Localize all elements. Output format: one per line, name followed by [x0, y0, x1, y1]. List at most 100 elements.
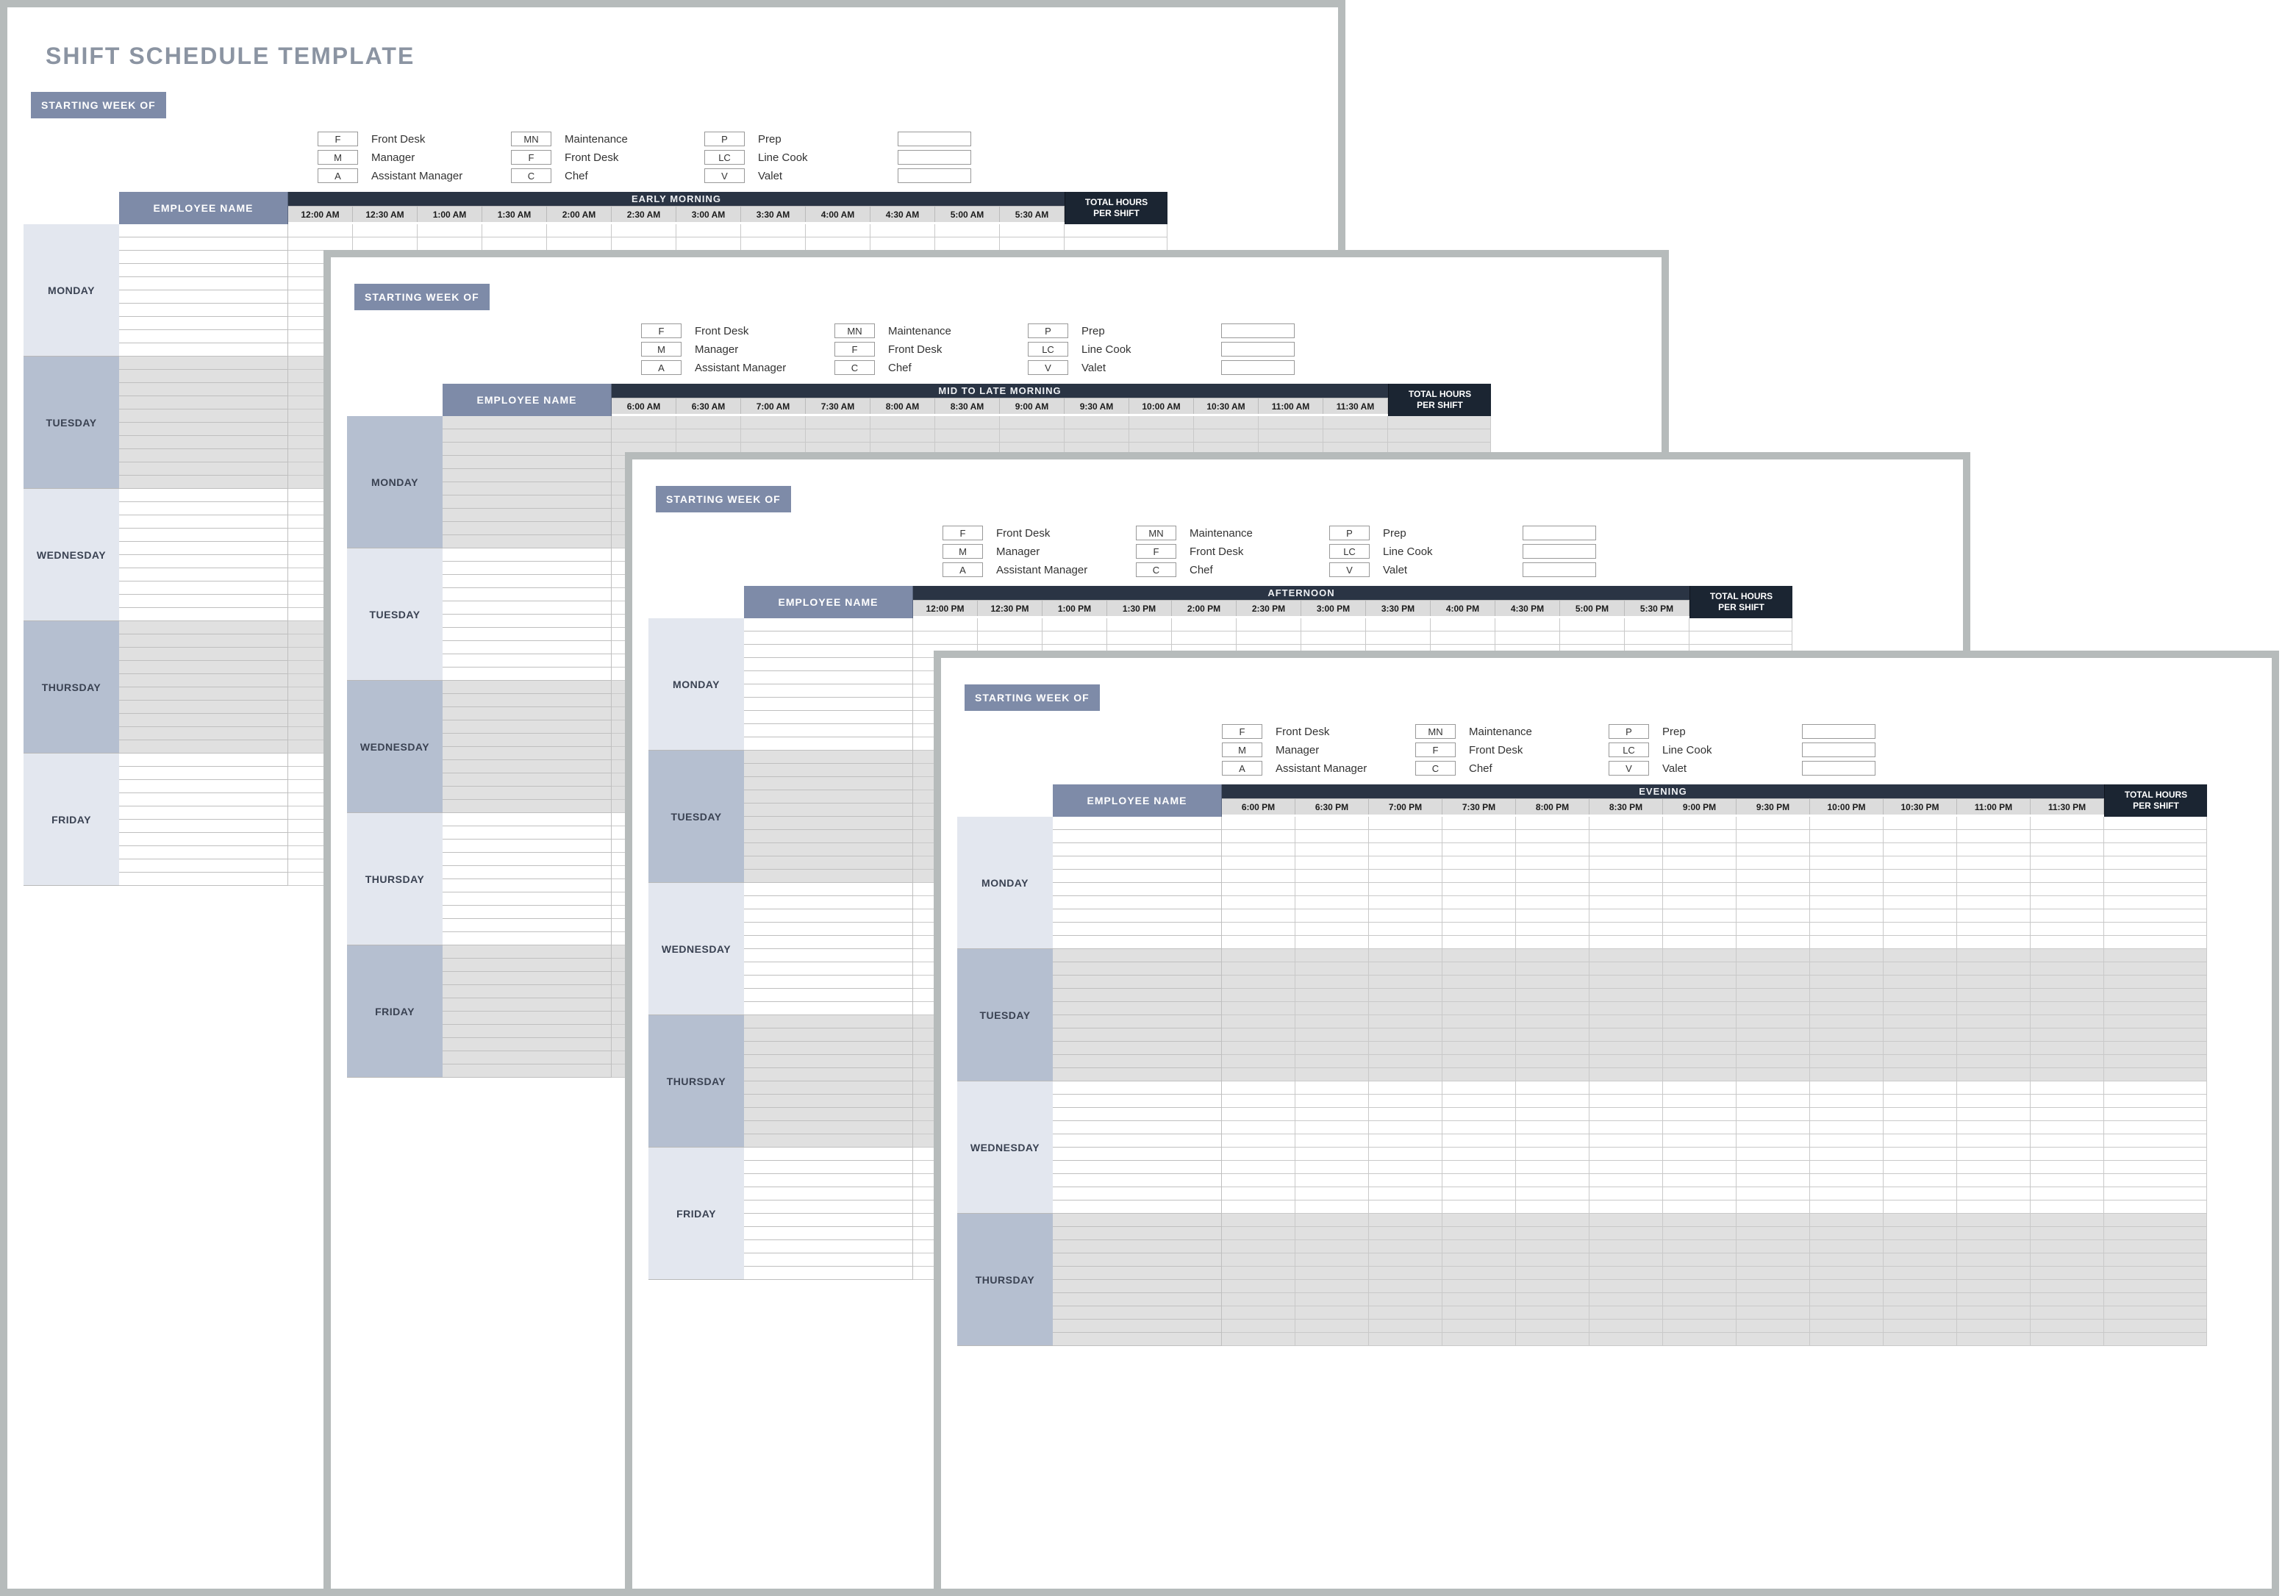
time-slot[interactable] [1589, 1015, 1663, 1028]
employee-name-cell[interactable] [119, 701, 288, 714]
time-slot[interactable] [1369, 1267, 1442, 1280]
time-slot[interactable] [1737, 1081, 1810, 1095]
employee-name-cell[interactable] [744, 764, 913, 777]
employee-name-cell[interactable] [443, 456, 612, 469]
employee-name-cell[interactable] [1053, 1121, 1222, 1134]
time-slot[interactable] [1369, 923, 1442, 936]
time-slot[interactable] [1737, 856, 1810, 870]
employee-name-cell[interactable] [443, 641, 612, 654]
time-slot[interactable] [1516, 989, 1589, 1002]
employee-name-cell[interactable] [744, 870, 913, 883]
employee-name-cell[interactable] [119, 515, 288, 529]
time-slot[interactable] [1295, 1200, 1369, 1214]
time-slot[interactable] [2031, 1320, 2104, 1333]
time-slot[interactable] [1442, 1214, 1516, 1227]
time-slot[interactable] [1957, 1320, 2031, 1333]
time-slot[interactable] [1663, 1200, 1737, 1214]
time-slot[interactable] [1295, 1068, 1369, 1081]
time-slot[interactable] [1369, 1293, 1442, 1306]
time-slot[interactable] [1810, 1028, 1884, 1042]
employee-name-cell[interactable] [443, 1064, 612, 1078]
time-slot[interactable] [1442, 1227, 1516, 1240]
time-slot[interactable] [288, 224, 353, 237]
time-slot[interactable] [1442, 1267, 1516, 1280]
time-slot[interactable] [1884, 1227, 1957, 1240]
time-slot[interactable] [1589, 1320, 1663, 1333]
time-slot[interactable] [1957, 1306, 2031, 1320]
time-slot[interactable] [1129, 416, 1194, 429]
time-slot[interactable] [1295, 856, 1369, 870]
employee-name-cell[interactable] [443, 972, 612, 985]
time-slot[interactable] [1737, 1042, 1810, 1055]
time-slot[interactable] [1810, 1108, 1884, 1121]
time-slot[interactable] [1194, 429, 1259, 443]
time-slot[interactable] [1222, 1028, 1295, 1042]
time-slot[interactable] [1884, 1068, 1957, 1081]
time-slot[interactable] [1369, 1042, 1442, 1055]
time-slot[interactable] [1516, 1161, 1589, 1174]
time-slot[interactable] [1810, 1227, 1884, 1240]
time-slot[interactable] [1810, 976, 1884, 989]
time-slot[interactable] [1369, 1148, 1442, 1161]
time-slot[interactable] [1589, 896, 1663, 909]
time-slot[interactable] [1301, 618, 1366, 631]
employee-name-cell[interactable] [744, 1253, 913, 1267]
time-slot[interactable] [1663, 896, 1737, 909]
time-slot[interactable] [1957, 949, 2031, 962]
time-slot[interactable] [1957, 1227, 2031, 1240]
time-slot[interactable] [1737, 1161, 1810, 1174]
time-slot[interactable] [1369, 1081, 1442, 1095]
time-slot[interactable] [1884, 1121, 1957, 1134]
time-slot[interactable] [1516, 1068, 1589, 1081]
time-slot[interactable] [1884, 1253, 1957, 1267]
time-slot[interactable] [1957, 830, 2031, 843]
employee-name-cell[interactable] [119, 542, 288, 555]
time-slot[interactable] [1295, 1055, 1369, 1068]
time-slot[interactable] [1516, 976, 1589, 989]
time-slot[interactable] [1884, 1200, 1957, 1214]
time-slot[interactable] [2031, 1280, 2104, 1293]
employee-name-cell[interactable] [119, 436, 288, 449]
time-slot[interactable] [1516, 883, 1589, 896]
employee-name-cell[interactable] [119, 476, 288, 489]
employee-name-cell[interactable] [744, 962, 913, 976]
time-slot[interactable] [1516, 1055, 1589, 1068]
time-slot[interactable] [1369, 1055, 1442, 1068]
time-slot[interactable] [1810, 936, 1884, 949]
employee-name-cell[interactable] [744, 1187, 913, 1200]
time-slot[interactable] [1442, 1028, 1516, 1042]
employee-name-cell[interactable] [119, 873, 288, 886]
employee-name-cell[interactable] [1053, 1214, 1222, 1227]
time-slot[interactable] [1663, 1240, 1737, 1253]
time-slot[interactable] [1663, 909, 1737, 923]
time-slot[interactable] [1737, 909, 1810, 923]
time-slot[interactable] [935, 224, 1000, 237]
time-slot[interactable] [935, 416, 1000, 429]
employee-name-cell[interactable] [119, 396, 288, 409]
time-slot[interactable] [1663, 1042, 1737, 1055]
time-slot[interactable] [1442, 896, 1516, 909]
time-slot[interactable] [1884, 817, 1957, 830]
time-slot[interactable] [1222, 1253, 1295, 1267]
time-slot[interactable] [1884, 949, 1957, 962]
time-slot[interactable] [418, 237, 482, 251]
time-slot[interactable] [1516, 923, 1589, 936]
employee-name-cell[interactable] [443, 562, 612, 575]
time-slot[interactable] [1516, 1280, 1589, 1293]
employee-name-cell[interactable] [443, 945, 612, 959]
employee-name-cell[interactable] [744, 856, 913, 870]
employee-name-cell[interactable] [744, 1240, 913, 1253]
employee-name-cell[interactable] [119, 529, 288, 542]
time-slot[interactable] [1957, 1333, 2031, 1346]
time-slot[interactable] [1222, 1161, 1295, 1174]
time-slot[interactable] [1737, 1333, 1810, 1346]
time-slot[interactable] [2031, 936, 2104, 949]
time-slot[interactable] [2031, 1174, 2104, 1187]
time-slot[interactable] [1957, 1028, 2031, 1042]
time-slot[interactable] [1442, 870, 1516, 883]
time-slot[interactable] [1884, 870, 1957, 883]
employee-name-cell[interactable] [744, 671, 913, 684]
employee-name-cell[interactable] [1053, 1253, 1222, 1267]
time-slot[interactable] [1222, 1055, 1295, 1068]
time-slot[interactable] [1369, 989, 1442, 1002]
